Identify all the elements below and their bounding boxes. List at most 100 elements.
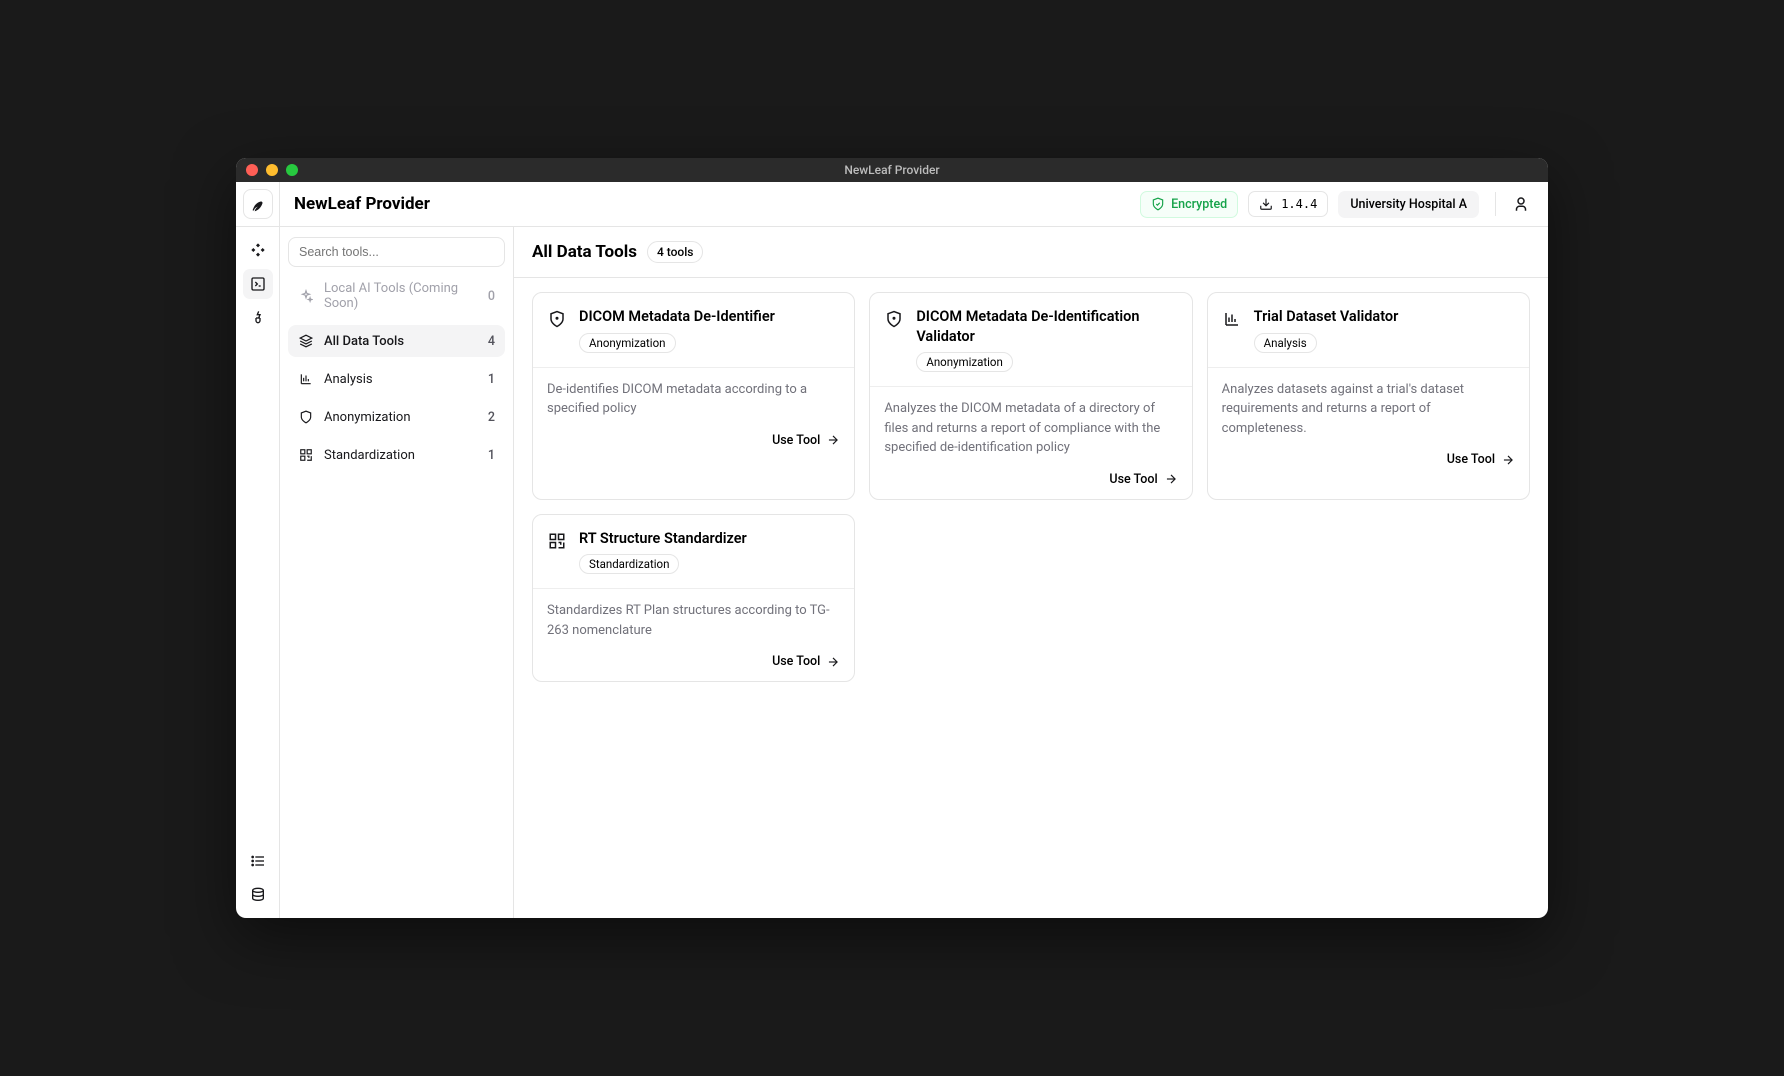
use-tool-label: Use Tool xyxy=(772,654,820,669)
user-menu-button[interactable] xyxy=(1506,189,1536,219)
rail-item-database[interactable] xyxy=(243,880,273,910)
rail-item-list[interactable] xyxy=(243,846,273,876)
download-icon xyxy=(1259,197,1273,211)
arrow-right-icon xyxy=(1501,453,1515,467)
sidebar-item-label: Analysis xyxy=(324,372,373,387)
sidebar-item-anonymization[interactable]: Anonymization 2 xyxy=(288,401,505,433)
sidebar-item-count: 0 xyxy=(488,289,495,304)
sidebar-item-analysis[interactable]: Analysis 1 xyxy=(288,363,505,395)
tool-title: RT Structure Standardizer xyxy=(579,529,747,549)
tool-card: RT Structure Standardizer Standardizatio… xyxy=(532,514,855,683)
layers-icon xyxy=(298,333,314,349)
tool-description: De-identifies DICOM metadata according t… xyxy=(547,380,840,419)
organization-badge[interactable]: University Hospital A xyxy=(1338,191,1479,218)
arrow-right-icon xyxy=(1164,472,1178,486)
tool-card: DICOM Metadata De-Identifier Anonymizati… xyxy=(532,292,855,500)
card-body: Standardizes RT Plan structures accordin… xyxy=(533,589,854,646)
leaf-icon xyxy=(250,196,266,212)
tool-count-badge: 4 tools xyxy=(647,241,704,263)
use-tool-label: Use Tool xyxy=(772,433,820,448)
user-icon xyxy=(1512,195,1530,213)
card-header: RT Structure Standardizer Standardizatio… xyxy=(533,515,854,590)
use-tool-label: Use Tool xyxy=(1109,472,1157,487)
tool-grid: DICOM Metadata De-Identifier Anonymizati… xyxy=(514,278,1548,696)
barchart-icon xyxy=(298,371,314,387)
card-header: Trial Dataset Validator Analysis xyxy=(1208,293,1529,368)
use-tool-label: Use Tool xyxy=(1447,452,1495,467)
nav-rail xyxy=(236,227,280,918)
barchart-icon xyxy=(1222,309,1242,329)
shield-check-icon xyxy=(1151,197,1165,211)
sidebar-item-standardization[interactable]: Standardization 1 xyxy=(288,439,505,471)
page-title: All Data Tools xyxy=(532,242,637,262)
diamond-stack-icon xyxy=(250,242,266,258)
shield-icon xyxy=(298,409,314,425)
shield-icon xyxy=(884,309,904,329)
sidebar-item-label: Standardization xyxy=(324,448,415,463)
app-window: NewLeaf Provider NewLeaf Provider Encryp… xyxy=(236,158,1548,918)
topbar: NewLeaf Provider Encrypted 1.4.4 Univers… xyxy=(236,182,1548,227)
tool-title: DICOM Metadata De-Identifier xyxy=(579,307,775,327)
use-tool-button[interactable]: Use Tool xyxy=(533,425,854,460)
tool-description: Standardizes RT Plan structures accordin… xyxy=(547,601,840,640)
tool-tag: Analysis xyxy=(1254,333,1317,353)
version-label: 1.4.4 xyxy=(1281,197,1317,211)
use-tool-button[interactable]: Use Tool xyxy=(533,646,854,681)
card-body: De-identifies DICOM metadata according t… xyxy=(533,368,854,425)
sidebar-item-label: All Data Tools xyxy=(324,334,404,349)
app-title: NewLeaf Provider xyxy=(294,194,1140,214)
window-title: NewLeaf Provider xyxy=(844,163,939,177)
app-logo xyxy=(243,189,273,219)
tool-title: Trial Dataset Validator xyxy=(1254,307,1399,327)
tool-card: DICOM Metadata De-Identification Validat… xyxy=(869,292,1192,500)
qr-icon xyxy=(547,531,567,551)
logo-cell xyxy=(236,182,280,227)
tool-tag: Standardization xyxy=(579,554,679,574)
arrow-right-icon xyxy=(826,655,840,669)
use-tool-button[interactable]: Use Tool xyxy=(1208,444,1529,479)
version-badge[interactable]: 1.4.4 xyxy=(1248,191,1328,217)
list-icon xyxy=(250,853,266,869)
tool-tag: Anonymization xyxy=(916,352,1013,372)
sidebar-item-count: 2 xyxy=(488,410,495,425)
close-window-button[interactable] xyxy=(246,164,258,176)
tool-title: DICOM Metadata De-Identification Validat… xyxy=(916,307,1177,346)
card-body: Analyzes datasets against a trial's data… xyxy=(1208,368,1529,445)
sidebar-item-count: 1 xyxy=(488,372,495,387)
shield-icon xyxy=(547,309,567,329)
tool-card: Trial Dataset Validator Analysis Analyze… xyxy=(1207,292,1530,500)
terminal-square-icon xyxy=(250,276,266,292)
main-area: All Data Tools 4 tools DICOM Metadata De… xyxy=(514,227,1548,918)
search-input[interactable] xyxy=(288,237,505,267)
sparkles-icon xyxy=(298,288,314,304)
card-body: Analyzes the DICOM metadata of a directo… xyxy=(870,387,1191,464)
encrypted-label: Encrypted xyxy=(1171,197,1227,212)
arrow-right-icon xyxy=(826,433,840,447)
traffic-lights xyxy=(246,164,298,176)
tool-description: Analyzes datasets against a trial's data… xyxy=(1222,380,1515,439)
sidebar-item-local-ai: Local AI Tools (Coming Soon) 0 xyxy=(288,273,505,319)
body: Local AI Tools (Coming Soon) 0 All Data … xyxy=(236,227,1548,918)
divider xyxy=(1495,192,1496,216)
use-tool-button[interactable]: Use Tool xyxy=(870,464,1191,499)
database-icon xyxy=(250,887,266,903)
sidebar-item-all-data-tools[interactable]: All Data Tools 4 xyxy=(288,325,505,357)
titlebar: NewLeaf Provider xyxy=(236,158,1548,182)
maximize-window-button[interactable] xyxy=(286,164,298,176)
sidebar: Local AI Tools (Coming Soon) 0 All Data … xyxy=(280,227,514,918)
rail-item-diamond[interactable] xyxy=(243,235,273,265)
card-header: DICOM Metadata De-Identification Validat… xyxy=(870,293,1191,387)
sidebar-item-count: 1 xyxy=(488,448,495,463)
plug-zap-icon xyxy=(250,310,266,326)
minimize-window-button[interactable] xyxy=(266,164,278,176)
tool-tag: Anonymization xyxy=(579,333,676,353)
tool-description: Analyzes the DICOM metadata of a directo… xyxy=(884,399,1177,458)
sidebar-item-label: Anonymization xyxy=(324,410,411,425)
sidebar-item-label: Local AI Tools (Coming Soon) xyxy=(324,281,478,311)
encrypted-badge: Encrypted xyxy=(1140,191,1238,218)
rail-item-plug[interactable] xyxy=(243,303,273,333)
qr-icon xyxy=(298,447,314,463)
sidebar-item-count: 4 xyxy=(488,334,495,349)
rail-item-tools[interactable] xyxy=(243,269,273,299)
main-header: All Data Tools 4 tools xyxy=(514,227,1548,278)
